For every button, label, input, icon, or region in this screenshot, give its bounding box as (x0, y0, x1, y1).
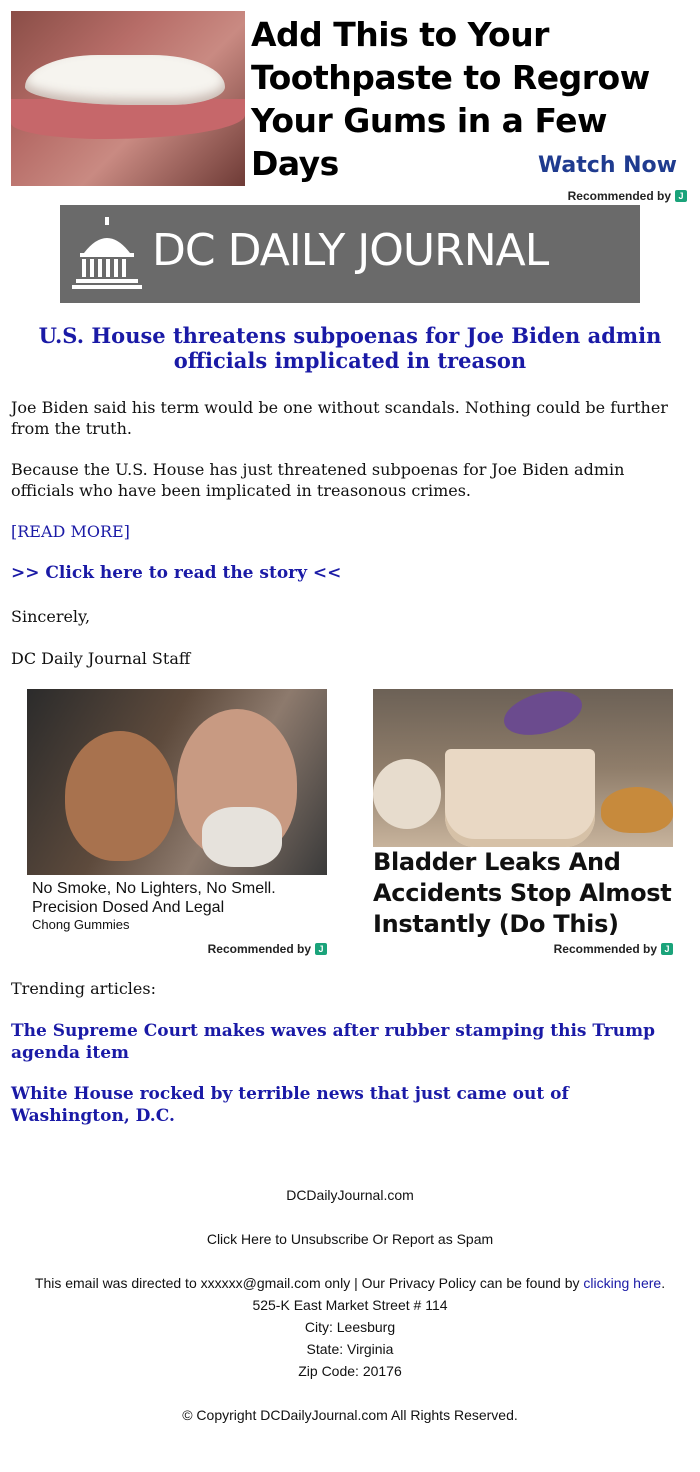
privacy-text: This email was directed to xxxxxx@gmail.… (34, 1275, 584, 1291)
ad-image-smokers[interactable] (27, 689, 327, 875)
trending-link-2[interactable]: White House rocked by terrible news that… (11, 1084, 569, 1126)
article-headline-link[interactable]: U.S. House threatens subpoenas for Joe B… (39, 323, 662, 373)
recommended-by[interactable]: Recommended by J (208, 942, 327, 956)
site-banner[interactable]: DC DAILY JOURNAL (60, 205, 640, 303)
ad-image-teeth[interactable] (11, 11, 245, 186)
privacy-notice: This email was directed to xxxxxx@gmail.… (0, 1275, 700, 1291)
article-paragraph-1: Joe Biden said his term would be one wit… (11, 398, 668, 438)
footer-zip: Zip Code: 20176 (298, 1363, 402, 1379)
sign-off: Sincerely, (11, 607, 91, 626)
ad-image-croissant (601, 787, 673, 833)
recommended-by-label: Recommended by (207, 942, 311, 956)
signature: DC Daily Journal Staff (11, 649, 191, 668)
recommender-logo-icon: J (661, 943, 673, 955)
recommended-by[interactable]: Recommended by J (568, 189, 687, 203)
ad-chong-gummies[interactable]: No Smoke, No Lighters, No Smell. Precisi… (27, 689, 327, 956)
read-more: [READ MORE] (11, 521, 689, 542)
privacy-policy-link[interactable]: clicking here (583, 1275, 661, 1291)
footer-site: DCDailyJournal.com (286, 1187, 414, 1203)
ad-image-spoon (499, 689, 587, 743)
ad-brand[interactable]: Chong Gummies (32, 917, 327, 932)
watch-now-link[interactable]: Watch Now (538, 153, 677, 178)
article-paragraph-2: Because the U.S. House has just threaten… (11, 460, 625, 500)
ad-caption[interactable]: No Smoke, No Lighters, No Smell. Precisi… (32, 879, 327, 917)
ad-bladder[interactable]: Bladder Leaks And Accidents Stop Almost … (373, 689, 673, 956)
banner-title: DC DAILY JOURNAL (152, 225, 549, 276)
trending-link-1[interactable]: The Supreme Court makes waves after rubb… (11, 1021, 655, 1063)
recommended-by[interactable]: Recommended by J (554, 942, 673, 956)
click-here: >> Click here to read the story << (11, 563, 689, 584)
recommended-by-label: Recommended by (553, 942, 657, 956)
read-more-link[interactable]: [READ MORE] (11, 522, 130, 541)
ad-image-cup (445, 749, 595, 847)
ad-headline[interactable]: Bladder Leaks And Accidents Stop Almost … (373, 847, 673, 940)
footer-state: State: Virginia (306, 1341, 394, 1357)
privacy-suffix: . (661, 1275, 666, 1291)
ad-image-drink[interactable] (373, 689, 673, 847)
recommender-logo-icon: J (675, 190, 687, 202)
recommender-logo-icon: J (315, 943, 327, 955)
ad-image-teeth-shape (25, 55, 225, 105)
article-headline: U.S. House threatens subpoenas for Joe B… (11, 323, 689, 373)
ad-image-lip (11, 99, 245, 139)
ad-image-beard (202, 807, 282, 867)
capitol-dome-icon (72, 217, 142, 289)
ad-image-bowl (373, 759, 441, 829)
trending-item: The Supreme Court makes waves after rubb… (11, 1020, 689, 1064)
ad-image-figure-1 (65, 731, 175, 861)
footer-city: City: Leesburg (304, 1319, 396, 1335)
click-here-link[interactable]: >> Click here to read the story << (11, 563, 341, 583)
footer-address: 525-K East Market Street # 114 (252, 1297, 448, 1313)
top-ad[interactable]: Add This to Your Toothpaste to Regrow Yo… (11, 11, 687, 205)
unsubscribe-link[interactable]: Click Here to Unsubscribe Or Report as S… (0, 1231, 700, 1247)
trending-label: Trending articles: (11, 979, 156, 998)
trending-item: White House rocked by terrible news that… (11, 1083, 689, 1127)
footer-copyright: © Copyright DCDailyJournal.com All Right… (182, 1407, 518, 1423)
recommended-by-label: Recommended by (567, 189, 671, 203)
